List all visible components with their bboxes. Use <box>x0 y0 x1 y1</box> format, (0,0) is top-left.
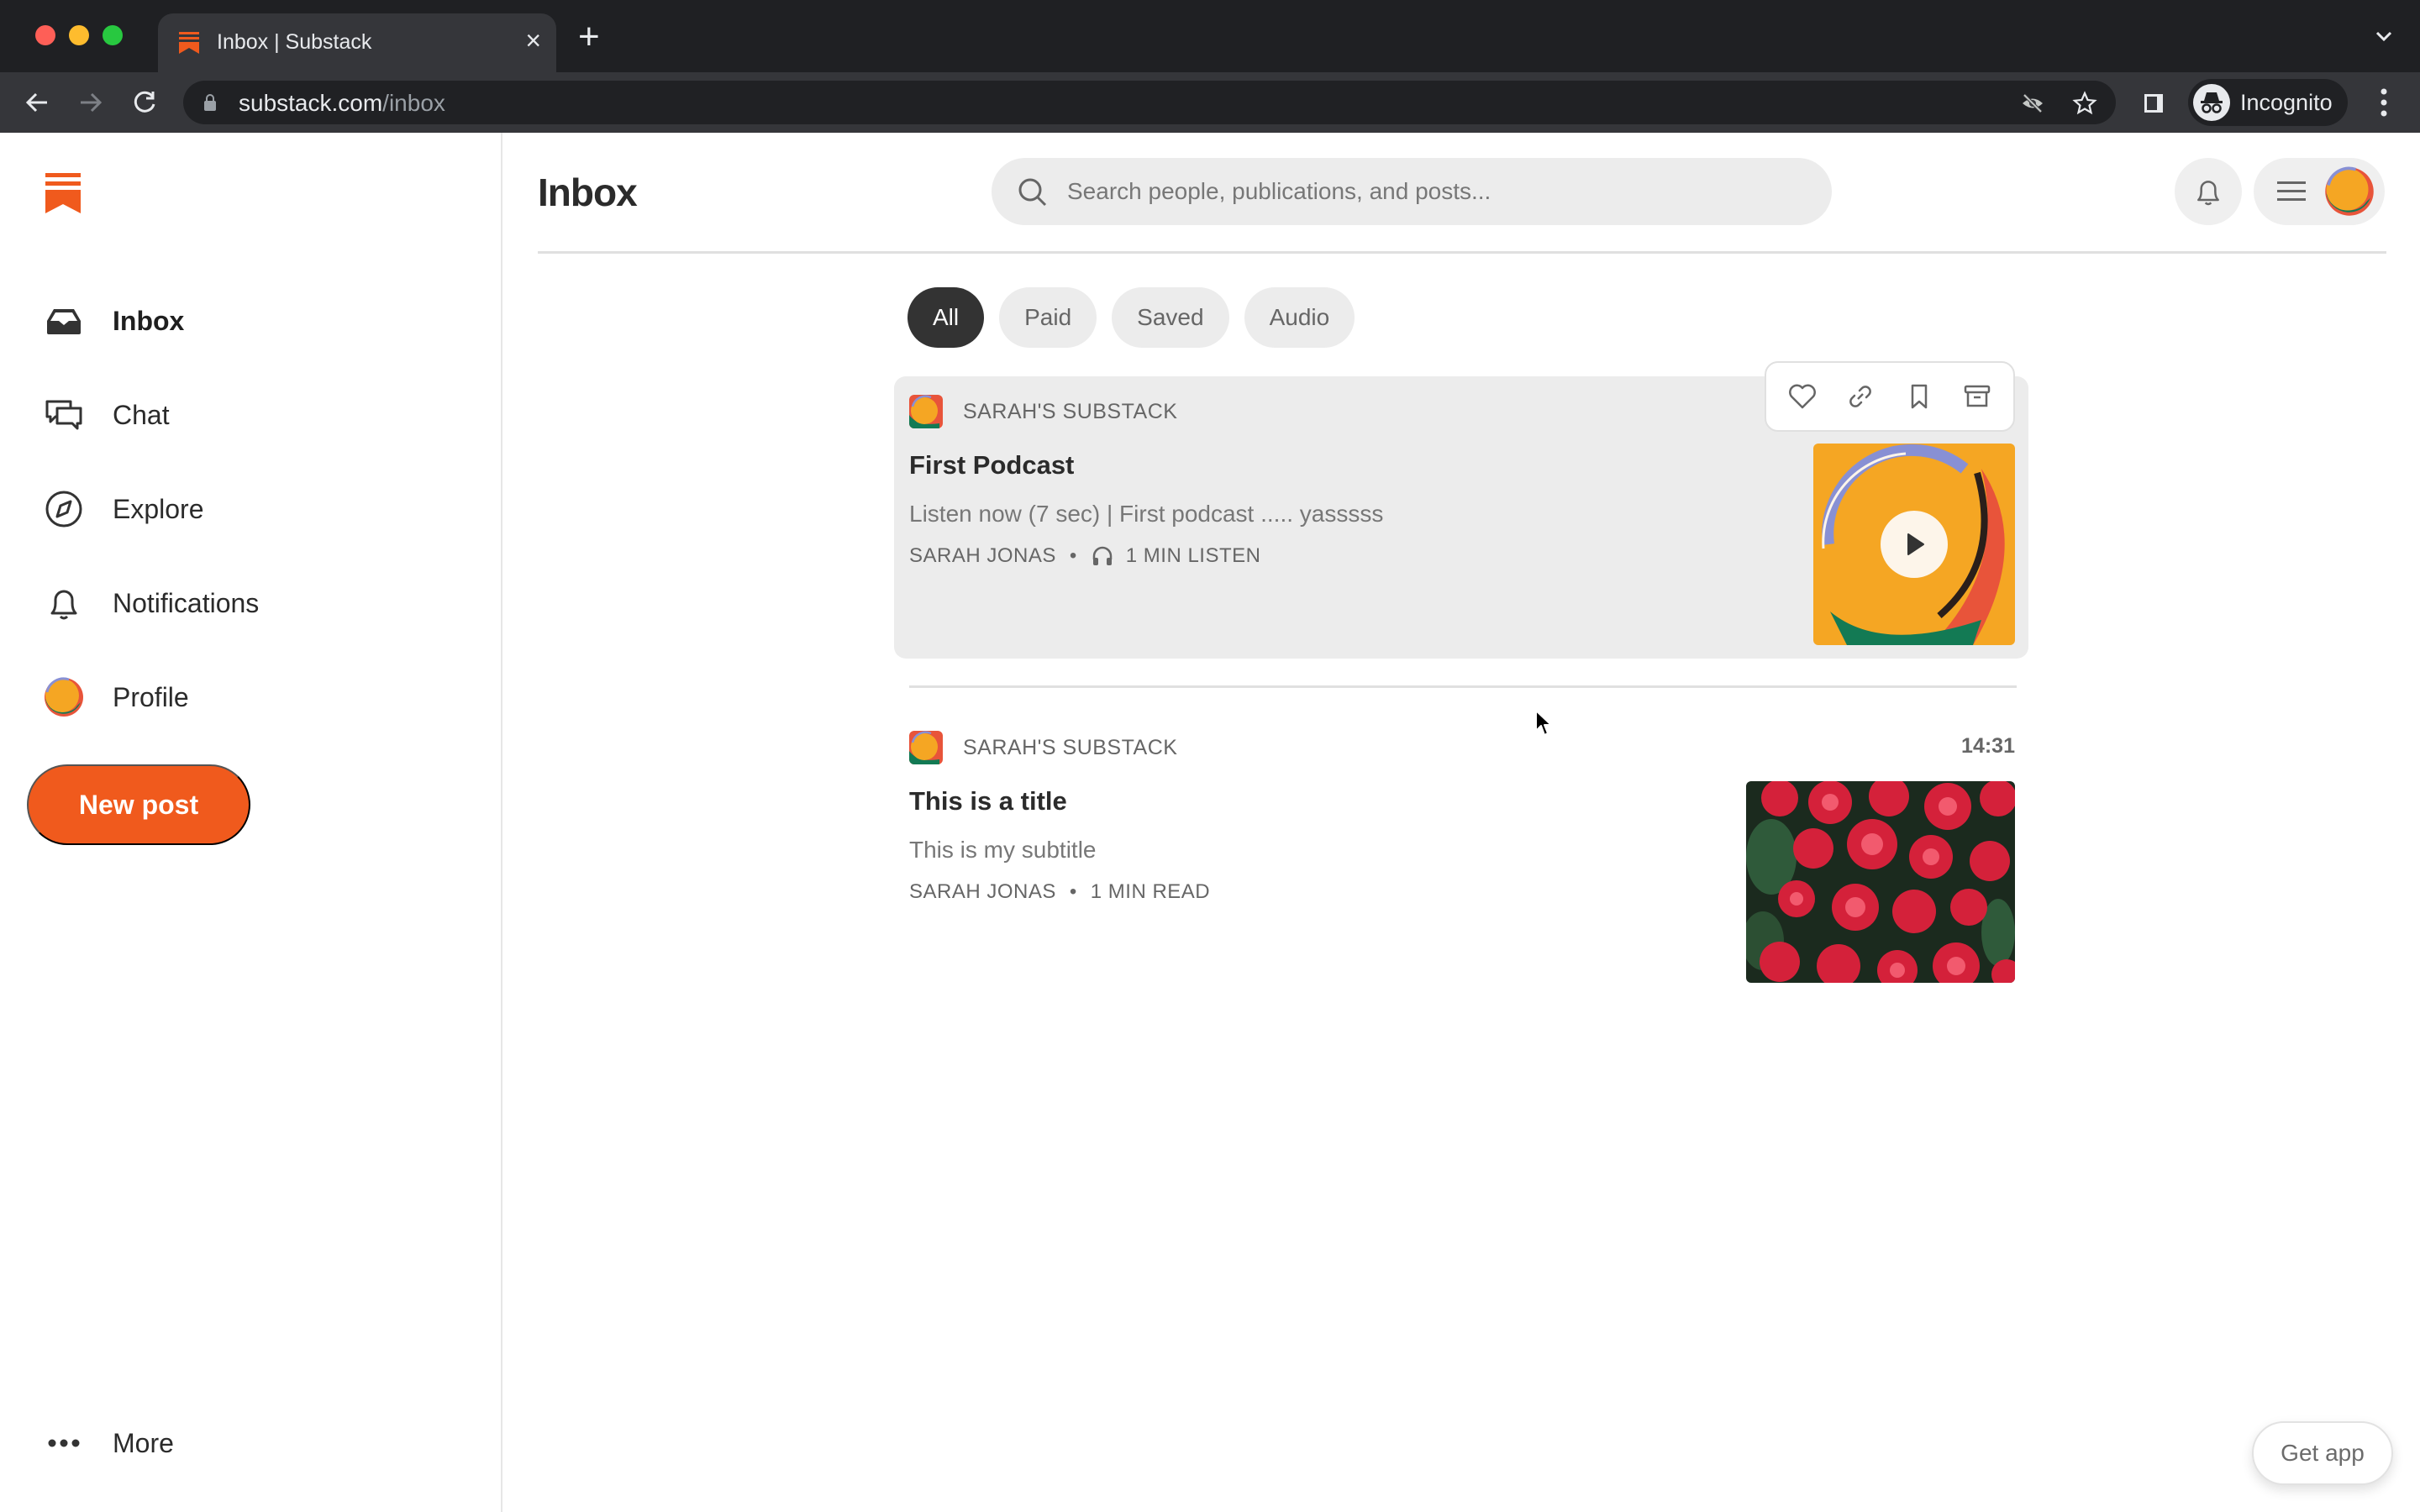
sidebar-item-more[interactable]: More <box>44 1418 174 1468</box>
post-title[interactable]: First Podcast <box>909 450 1074 480</box>
address-bar[interactable]: substack.com/inbox <box>183 81 2116 124</box>
page-title: Inbox <box>538 171 638 214</box>
bell-icon <box>44 583 84 623</box>
search-icon <box>1018 178 1047 207</box>
bookmark-star-icon[interactable] <box>2072 91 2097 116</box>
tracking-protection-eye-off-icon[interactable] <box>2020 91 2045 116</box>
filter-tab-saved[interactable]: Saved <box>1112 287 1229 348</box>
podcast-cover-image[interactable] <box>1813 444 2015 645</box>
incognito-label: Incognito <box>2240 90 2333 115</box>
link-icon[interactable] <box>1845 381 1876 412</box>
meta-separator: • <box>1069 544 1077 567</box>
reload-icon[interactable] <box>129 87 160 118</box>
hamburger-menu-icon <box>2277 181 2306 201</box>
tab-title: Inbox | Substack <box>217 30 372 54</box>
browser-tab-strip: Inbox | Substack × + <box>0 0 2420 72</box>
play-icon <box>1907 533 1924 555</box>
sidebar-item-chat[interactable]: Chat <box>44 388 170 442</box>
sidebar-item-profile[interactable]: Profile <box>44 670 189 724</box>
post-author[interactable]: SARAH JONAS <box>909 880 1056 904</box>
browser-toolbar: substack.com/inbox Incognito <box>0 72 2420 133</box>
sidebar-item-label: Chat <box>113 399 170 430</box>
post-actions-toolbar <box>1765 361 2015 432</box>
search-input[interactable] <box>1067 158 1807 225</box>
post-duration: 1 MIN READ <box>1090 880 1211 903</box>
sidebar-item-label: Profile <box>113 681 189 712</box>
browser-menu-kebab-icon[interactable] <box>2380 87 2388 118</box>
publication[interactable]: SARAH'S SUBSTACK <box>909 395 1177 428</box>
publication[interactable]: SARAH'S SUBSTACK <box>909 731 1177 764</box>
publication-logo <box>909 395 943 428</box>
publication-name: SARAH'S SUBSTACK <box>963 735 1178 759</box>
play-button[interactable] <box>1881 511 1948 578</box>
post-meta: SARAH JONAS • 1 MIN READ <box>909 880 1210 904</box>
user-menu-button[interactable] <box>2254 158 2385 225</box>
publication-name: SARAH'S SUBSTACK <box>963 399 1178 423</box>
inbox-post[interactable]: SARAH'S SUBSTACK First Podcast Listen no… <box>894 361 2028 659</box>
substack-favicon-icon <box>179 32 199 54</box>
filter-tab-audio[interactable]: Audio <box>1244 287 1355 348</box>
new-tab-button[interactable]: + <box>578 18 600 55</box>
meta-separator: • <box>1069 880 1077 903</box>
browser-tab[interactable]: Inbox | Substack × <box>158 13 556 72</box>
publication-logo <box>909 731 943 764</box>
get-app-button[interactable]: Get app <box>2252 1421 2393 1485</box>
header-divider <box>538 251 2386 254</box>
sidebar: Inbox Chat Explore Notifications Profile… <box>0 133 502 1512</box>
sidebar-item-label: More <box>113 1427 174 1458</box>
post-subtitle: This is my subtitle <box>909 837 1097 863</box>
heart-icon[interactable] <box>1787 381 1818 412</box>
notifications-button[interactable] <box>2175 158 2242 225</box>
sidebar-item-label: Notifications <box>113 587 260 618</box>
forward-arrow-icon[interactable] <box>76 87 106 118</box>
post-cover-image[interactable] <box>1746 781 2015 983</box>
bell-icon <box>2197 181 2219 206</box>
window-close-button[interactable] <box>35 25 55 45</box>
post-timestamp: 14:31 <box>1961 734 2015 758</box>
headphones-icon <box>1092 546 1113 565</box>
lock-icon <box>204 94 216 111</box>
sidebar-item-label: Explore <box>113 493 204 524</box>
tab-close-icon[interactable]: × <box>525 25 541 55</box>
substack-logo-icon[interactable] <box>45 173 81 213</box>
chat-icon <box>44 395 84 435</box>
inbox-filter-tabs: All Paid Saved Audio <box>908 287 1355 348</box>
user-avatar <box>2325 166 2374 216</box>
inbox-icon <box>44 301 84 341</box>
side-panel-icon[interactable] <box>2141 91 2166 116</box>
filter-tab-all[interactable]: All <box>908 287 985 348</box>
post-divider <box>909 685 2017 688</box>
substack-page: Inbox Chat Explore Notifications Profile… <box>0 133 2420 1512</box>
new-post-button[interactable]: New post <box>27 764 250 845</box>
search-bar[interactable] <box>992 158 1832 225</box>
tab-search-chevron-icon[interactable] <box>2373 25 2395 47</box>
red-flowers-image <box>1746 781 2015 983</box>
post-meta: SARAH JONAS • 1 MIN LISTEN <box>909 544 1260 568</box>
sidebar-item-explore[interactable]: Explore <box>44 482 204 536</box>
sidebar-item-inbox[interactable]: Inbox <box>44 294 184 348</box>
sidebar-item-label: Inbox <box>113 305 185 336</box>
url-text: substack.com/inbox <box>239 90 445 116</box>
inbox-post[interactable]: SARAH'S SUBSTACK 14:31 This is a title T… <box>894 712 2028 1006</box>
avatar <box>44 677 84 717</box>
filter-tab-paid[interactable]: Paid <box>999 287 1097 348</box>
post-duration: 1 MIN LISTEN <box>1125 544 1261 567</box>
post-author[interactable]: SARAH JONAS <box>909 544 1056 568</box>
post-title[interactable]: This is a title <box>909 786 1067 816</box>
mouse-cursor-icon <box>1535 710 1552 736</box>
archive-icon[interactable] <box>1962 381 1992 412</box>
post-subtitle: Listen now (7 sec) | First podcast .....… <box>909 501 1384 527</box>
window-zoom-button[interactable] <box>103 25 123 45</box>
more-dots-icon <box>48 1439 80 1447</box>
compass-icon <box>44 489 84 529</box>
window-minimize-button[interactable] <box>69 25 89 45</box>
sidebar-item-notifications[interactable]: Notifications <box>44 576 259 630</box>
bookmark-icon[interactable] <box>1904 381 1934 412</box>
back-arrow-icon[interactable] <box>22 87 52 118</box>
incognito-profile-button[interactable]: Incognito <box>2188 79 2348 126</box>
incognito-icon <box>2193 84 2230 121</box>
